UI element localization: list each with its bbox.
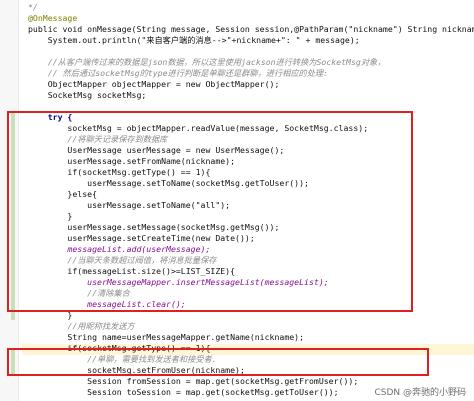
- code-line: socketMsg.setFromUser(nickname);: [28, 365, 245, 375]
- code-line: @OnMessage: [28, 13, 78, 23]
- code-line: userMessage.setToName(socketMsg.getToUse…: [28, 178, 309, 188]
- code-line: if(socketMsg.getType() == 1){: [28, 167, 211, 177]
- change-marker: [11, 350, 15, 374]
- code-line: }: [28, 310, 73, 320]
- code-line: SocketMsg socketMsg;: [28, 90, 147, 100]
- code-line: String name=userMessageMapper.getName(ni…: [28, 332, 305, 342]
- code-line: //将聊天记录保存到数据库: [28, 134, 168, 144]
- code-line: userMessage.setCreateTime(new Date());: [28, 233, 255, 243]
- change-marker: [11, 112, 15, 320]
- code-line: //用昵称找发送方: [28, 321, 135, 331]
- code-line: ObjectMapper objectMapper = new ObjectMa…: [28, 79, 280, 89]
- code-line: socketMsg = objectMapper.readValue(messa…: [28, 123, 369, 133]
- code-line: Session fromSession = map.get(socketMsg.…: [28, 376, 359, 386]
- code-line: */: [28, 2, 38, 12]
- code-line: messageList.add(userMessage);: [28, 244, 211, 254]
- code-line: messageList.clear();: [28, 299, 186, 309]
- code-line: //从客户端传过来的数据是json数据，所以这里使用jackson进行转换为So…: [28, 57, 386, 67]
- code-line: //清除集合: [28, 288, 130, 298]
- code-line: System.out.println("来自客户端的消息-->"+nicknam…: [28, 35, 360, 45]
- code-line: }else{: [28, 189, 98, 199]
- code-line: // 然后通过socketMsg的type进行判断是单聊还是群聊，进行相应的处理…: [28, 68, 329, 78]
- code-line: UserMessage userMessage = new UserMessag…: [28, 145, 285, 155]
- code-line: userMessage.setToName("all");: [28, 200, 231, 210]
- code-line: //单聊，需要找到发送者和接受者.: [28, 354, 217, 364]
- watermark: CSDN @奔驰的小野码: [374, 388, 466, 398]
- code-line: Session toSession = map.get(socketMsg.ge…: [28, 387, 339, 397]
- code-line: userMessageMapper.insertMessageList(mess…: [28, 277, 329, 287]
- code-line: //当聊天条数超过阀值，将消息批量保存: [28, 255, 217, 265]
- code-line: if(messageList.size()>=LIST_SIZE){: [28, 266, 236, 276]
- editor-gutter: [0, 0, 19, 401]
- code-line: public void onMessage(String message, Se…: [28, 24, 474, 34]
- code-line: try {: [28, 112, 73, 122]
- code-line: userMessage.setMessage(socketMsg.getMsg(…: [28, 222, 280, 232]
- code-line: userMessage.setFromName(nickname);: [28, 156, 236, 166]
- code-line: }: [28, 211, 73, 221]
- code-line: if(socketMsg.getType() == 1){: [28, 343, 211, 353]
